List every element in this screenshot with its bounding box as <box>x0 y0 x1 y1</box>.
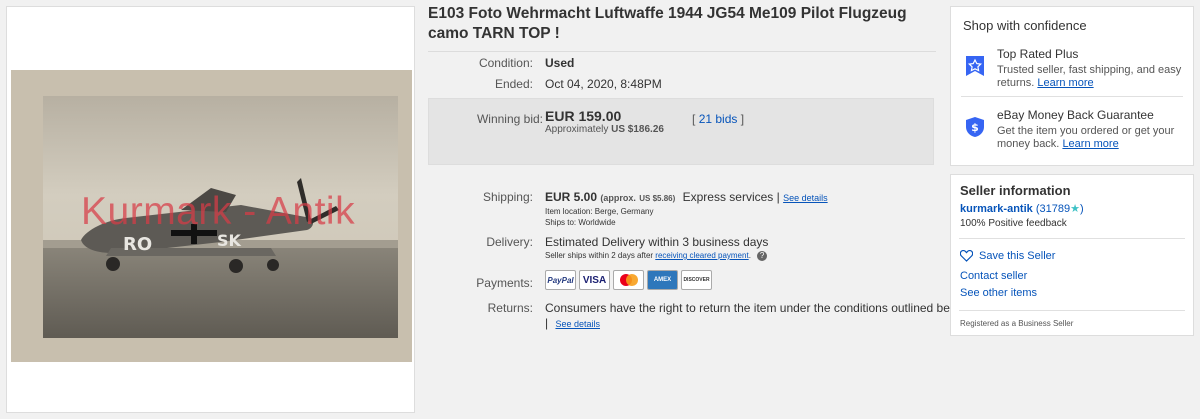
paypal-icon: PayPal <box>545 270 576 290</box>
svg-text:RO: RO <box>123 234 152 255</box>
shipping-label: Shipping: <box>482 190 533 204</box>
delivery-value: Estimated Delivery within 3 business day… <box>545 235 769 249</box>
heart-icon <box>960 250 973 262</box>
seller-info-panel: Seller information kurmark-antik (31789★… <box>950 174 1194 336</box>
seller-divider-bottom <box>959 310 1185 311</box>
item-location: Item location: Berge, Germany <box>545 207 654 216</box>
confidence-heading: Shop with confidence <box>963 18 1087 33</box>
listing-details: E103 Foto Wehrmacht Luftwaffe 1944 JG54 … <box>428 4 968 330</box>
svg-text:$: $ <box>971 121 979 134</box>
positive-feedback: 100% Positive feedback <box>960 218 1067 229</box>
watermark-text: Kurmark - Antik <box>81 190 356 233</box>
ships-to: Ships to: Worldwide <box>545 218 616 227</box>
mastercard-logo <box>619 274 638 286</box>
discover-icon: DISCOVER <box>681 270 712 290</box>
mastercard-icon <box>613 270 644 290</box>
mbg-learn-more[interactable]: Learn more <box>1062 138 1118 150</box>
returns-value: Consumers have the right to return the i… <box>545 301 968 315</box>
star-icon: ★ <box>1070 203 1080 215</box>
winning-bid-box: Winning bid: EUR 159.00 Approximately US… <box>428 98 934 165</box>
shipping-service: Express services | <box>682 190 780 204</box>
delivery-note: Seller ships within 2 days after receivi… <box>545 250 768 261</box>
seller-heading: Seller information <box>960 183 1071 198</box>
help-icon[interactable]: ? <box>757 250 768 261</box>
contact-seller-link[interactable]: Contact seller <box>960 270 1027 282</box>
money-back-guarantee: $ eBay Money Back Guarantee Get the item… <box>951 104 1193 154</box>
returns-label: Returns: <box>487 301 533 315</box>
shipping-approx: (approx. <box>600 193 636 203</box>
bid-count-close: ] <box>740 112 745 126</box>
top-rated-badge-icon <box>966 56 984 76</box>
mbg-title: eBay Money Back Guarantee <box>997 108 1154 122</box>
payments-label: Payments: <box>476 276 533 290</box>
delivery-note-end: . <box>748 251 751 260</box>
item-photo[interactable]: RO SK Kurmark - Antik <box>11 70 412 362</box>
visa-icon: VISA <box>579 270 610 290</box>
shield-dollar-icon: $ <box>966 117 984 137</box>
bid-approx: Approximately US $186.26 <box>545 124 664 135</box>
bid-count-open: [ <box>692 112 696 126</box>
see-other-items-link[interactable]: See other items <box>960 287 1037 299</box>
seller-name-link[interactable]: kurmark-antik <box>960 203 1033 215</box>
mbg-desc: Get the item you ordered or get your mon… <box>997 125 1182 151</box>
top-rated-desc: Trusted seller, fast shipping, and easy … <box>997 64 1182 90</box>
shop-confidence-panel: Shop with confidence Top Rated Plus Trus… <box>950 6 1194 166</box>
bid-approx-value: US $186.26 <box>611 124 664 135</box>
shipping-value-line: EUR 5.00 (approx. US $5.86) Express serv… <box>545 190 828 204</box>
delivery-label: Delivery: <box>486 235 533 249</box>
winning-bid-label: Winning bid: <box>476 112 543 126</box>
shipping-details-link[interactable]: See details <box>783 193 828 203</box>
amex-icon: AMEX <box>647 270 678 290</box>
shipping-value: EUR 5.00 <box>545 190 598 204</box>
delivery-note-text: Seller ships within 2 days after <box>545 251 654 260</box>
item-title: E103 Foto Wehrmacht Luftwaffe 1944 JG54 … <box>428 4 936 52</box>
cleared-payment-link[interactable]: receiving cleared payment <box>655 251 748 260</box>
business-seller-note: Registered as a Business Seller <box>960 319 1074 328</box>
condition-label: Condition: <box>478 56 533 70</box>
image-panel: RO SK Kurmark - Antik <box>6 6 415 413</box>
shipping-approx-value: US $5.86) <box>639 194 676 203</box>
seller-divider-top <box>959 238 1185 239</box>
save-seller-label: Save this Seller <box>979 250 1056 262</box>
top-rated-title: Top Rated Plus <box>997 47 1079 61</box>
bid-count: [ 21 bids ] <box>692 112 744 126</box>
bid-approx-prefix: Approximately <box>545 124 609 135</box>
top-rated-learn-more[interactable]: Learn more <box>1037 77 1093 89</box>
returns-separator: | <box>545 316 549 330</box>
returns-details-link[interactable]: See details <box>555 319 600 329</box>
seller-identity: kurmark-antik (31789★) <box>960 202 1084 215</box>
save-seller-button[interactable]: Save this Seller <box>960 250 1055 262</box>
feedback-score-close: ) <box>1079 203 1084 215</box>
ended-value: Oct 04, 2020, 8:48PM <box>545 77 662 91</box>
confidence-divider <box>961 96 1183 97</box>
returns-details: | See details <box>545 316 600 330</box>
feedback-score-link[interactable]: (31789 <box>1036 203 1070 215</box>
ended-label: Ended: <box>494 77 533 91</box>
condition-value: Used <box>545 56 575 70</box>
bid-history-link[interactable]: 21 bids <box>699 112 738 126</box>
top-rated-plus: Top Rated Plus Trusted seller, fast ship… <box>951 43 1193 93</box>
winning-bid-value: EUR 159.00 <box>545 108 622 124</box>
payment-methods: PayPal VISA AMEX DISCOVER <box>545 270 712 290</box>
